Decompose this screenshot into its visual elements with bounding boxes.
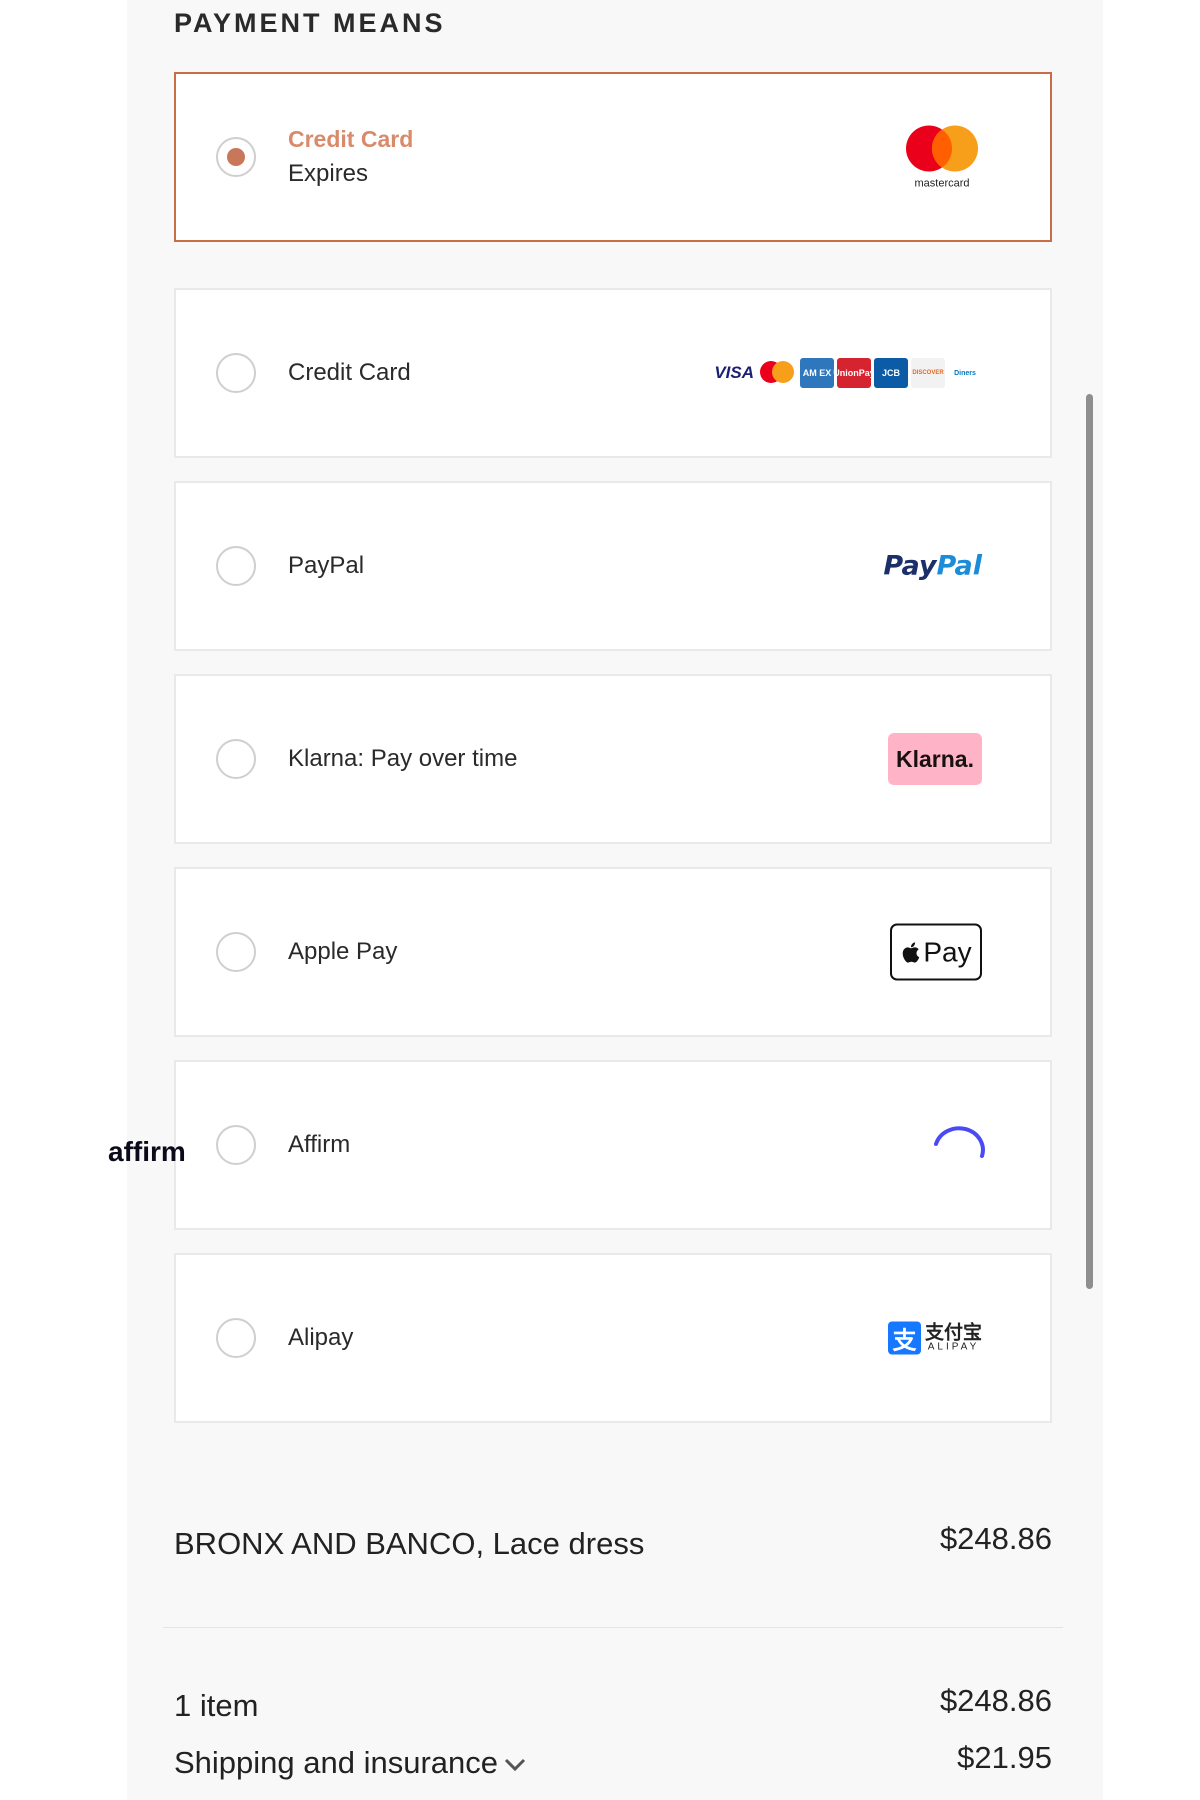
payment-option-label: Credit Card [288,126,414,152]
payment-option-apple-pay[interactable]: Apple Pay Pay [174,867,1052,1037]
card-brands-logos: VISA AM EX UnionPay JCB DISCOVER Diners [714,358,982,388]
radio-button[interactable] [216,1318,256,1358]
payment-option-affirm[interactable]: Affirm affirm [108,1060,1052,1230]
product-price: $248.86 [939,1521,1052,1556]
items-subtotal: $248.86 [939,1683,1052,1718]
radio-button[interactable] [216,546,256,586]
mastercard-logo: mastercard [902,125,982,190]
shipping-price: $21.95 [957,1740,1052,1775]
payment-option-label: Klarna: Pay over time [288,745,518,772]
alipay-logo: 支 支付宝 ALIPAY [887,1321,982,1355]
apple-pay-text: Pay [923,936,972,967]
mastercard-circles-icon [906,125,978,172]
jcb-logo: JCB [874,358,908,388]
paypal-logo-part-pay: Pay [883,550,937,582]
amex-logo: AM EX [800,358,834,388]
payment-option-credit-card[interactable]: Credit Card VISA AM EX UnionPay JCB DISC… [174,288,1052,458]
diners-logo: Diners [948,358,982,388]
scrollbar[interactable] [1086,394,1093,1289]
radio-button[interactable] [216,353,256,393]
alipay-chinese-text: 支付宝 [924,1322,982,1344]
visa-logo: VISA [714,363,754,382]
items-count-row: 1 item $248.86 [174,1683,1052,1724]
radio-button[interactable] [216,739,256,779]
payment-option-paypal[interactable]: PayPal PayPal [174,481,1052,651]
shipping-label[interactable]: Shipping and insurance [174,1745,498,1780]
items-count-label: 1 item [174,1688,259,1723]
paypal-logo: PayPal [883,551,982,582]
payment-option-alipay[interactable]: Alipay 支 支付宝 ALIPAY [174,1253,1052,1423]
apple-icon [903,941,920,963]
payment-option-label: Credit Card [288,359,411,386]
paypal-logo-part-pal: Pal [936,550,982,582]
payment-option-saved-card[interactable]: Credit Card Expires mastercard [174,72,1052,242]
payment-option-label: Apple Pay [288,938,398,965]
chevron-down-icon[interactable] [502,1756,528,1774]
affirm-logo: affirm [108,1122,985,1168]
apple-pay-logo: Pay [890,923,982,981]
summary-divider [163,1627,1063,1628]
payment-option-label: PayPal [288,552,365,579]
discover-logo: DISCOVER [911,358,945,388]
radio-button[interactable] [216,932,256,972]
unionpay-logo: UnionPay [833,358,875,388]
affirm-arc-icon [934,1126,985,1158]
mastercard-small-icon [760,361,794,383]
alipay-english-text: ALIPAY [927,1341,980,1353]
order-product-row: BRONX AND BANCO, Lace dress $248.86 [174,1521,1052,1562]
alipay-wordmark: 支付宝 ALIPAY [925,1324,982,1353]
payment-means-heading: PAYMENT MEANS [174,8,446,38]
affirm-wordmark: affirm [108,1136,186,1167]
radio-dot [227,148,245,166]
shipping-row[interactable]: Shipping and insurance $21.95 [174,1740,1052,1781]
klarna-logo: Klarna. [888,733,982,785]
mastercard-wordmark: mastercard [914,177,970,190]
payment-option-klarna[interactable]: Klarna: Pay over time Klarna. [174,674,1052,844]
radio-button-selected[interactable] [216,137,256,177]
payment-option-label: Alipay [288,1324,354,1351]
alipay-mark-icon: 支 [887,1321,921,1355]
product-name: BRONX AND BANCO, Lace dress [174,1526,645,1561]
card-expiry-text: Expires [288,160,369,187]
